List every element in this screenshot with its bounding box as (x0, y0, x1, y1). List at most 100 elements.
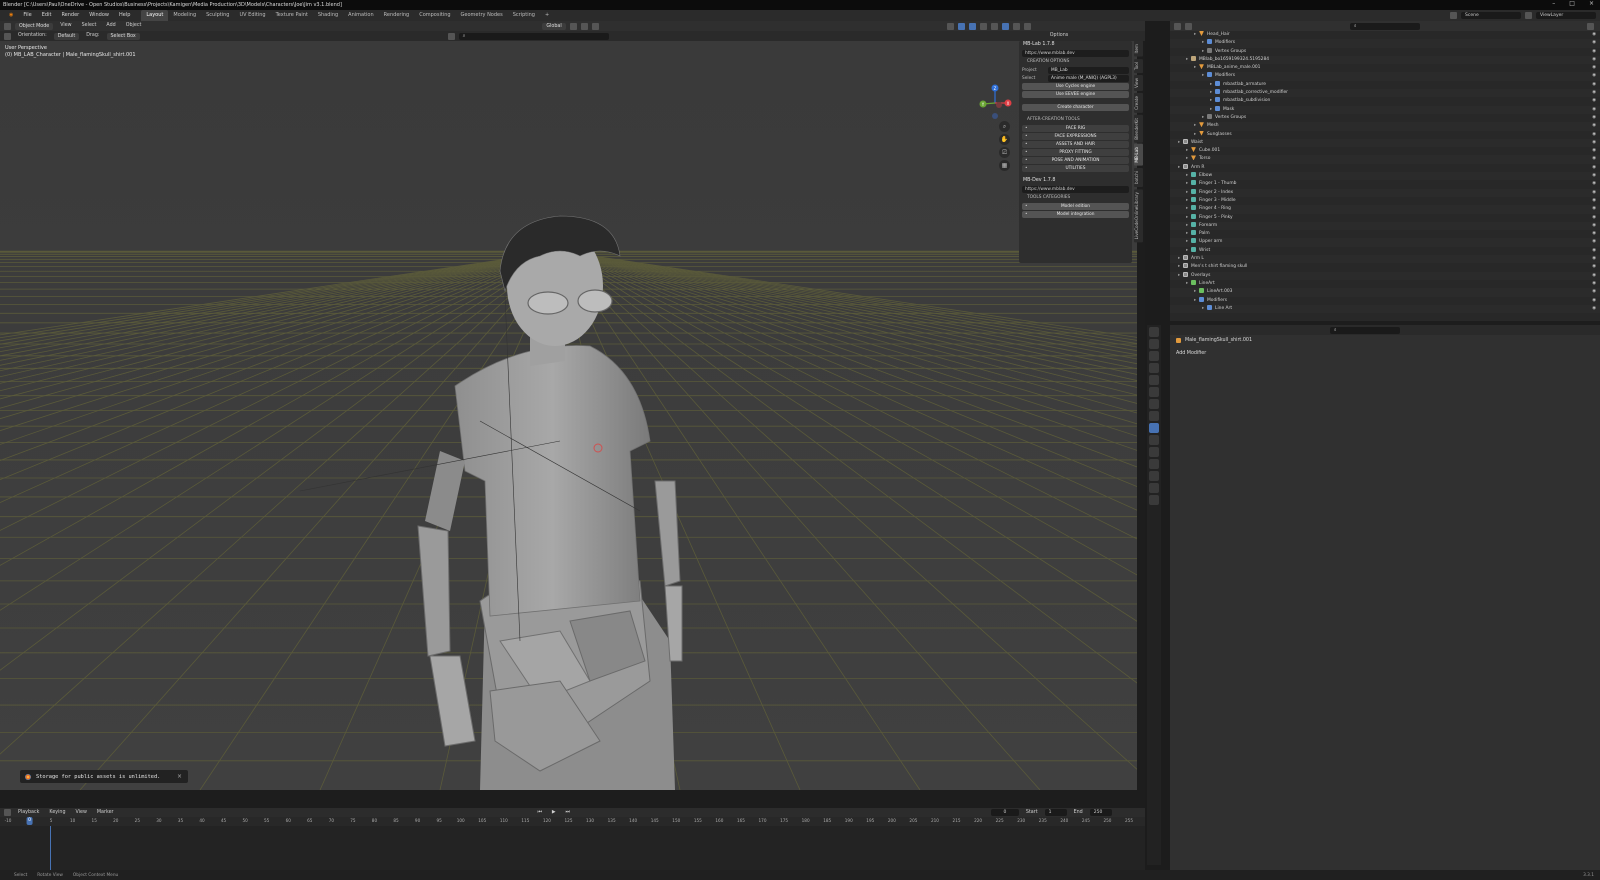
menu-file[interactable]: File (18, 10, 36, 21)
tab-mblab[interactable]: MB-Lab (1134, 144, 1143, 166)
add-menu[interactable]: Add (103, 21, 118, 31)
visibility-eye-icon[interactable]: ◉ (1592, 247, 1596, 255)
outliner-filter-icon[interactable] (1587, 22, 1594, 30)
navigation-gizmo[interactable]: Z X Y (975, 83, 1015, 123)
tool-tab-icon[interactable] (1149, 327, 1159, 337)
mbdev-url[interactable]: https://www.mblab.dev (1022, 186, 1129, 193)
visibility-eye-icon[interactable]: ◉ (1592, 39, 1596, 47)
pivot-icon[interactable] (569, 22, 577, 30)
character-select-dropdown[interactable]: Anime male (M_ANIQ) (AGPL3) (1048, 75, 1129, 82)
outliner-row[interactable]: ▸ Mesh ◉ (1170, 122, 1600, 131)
outliner-row[interactable]: ▸ MBLab_anime_male.001 ◉ (1170, 64, 1600, 72)
shading-solid-icon[interactable] (1001, 22, 1009, 30)
start-frame-field[interactable]: 1 (1044, 809, 1067, 816)
after-creation-header[interactable]: AFTER-CREATION TOOLS (1019, 116, 1132, 124)
marker-menu[interactable]: Marker (94, 808, 117, 817)
tools-categories-header[interactable]: TOOLS CATEGORIES (1019, 194, 1132, 202)
tab-blenderkit[interactable]: BlenderKit (1134, 114, 1143, 143)
visibility-eye-icon[interactable]: ◉ (1592, 106, 1596, 114)
outliner-row[interactable]: ▸ Finger 5 - Pinky ◉ (1170, 213, 1600, 222)
output-tab-icon[interactable] (1149, 351, 1159, 361)
outliner-row[interactable]: ▸ Line Art ◉ (1170, 304, 1600, 314)
outliner-row[interactable]: ▸ Upper arm ◉ (1170, 238, 1600, 247)
outliner-row[interactable]: ▸ Mask ◉ (1170, 105, 1600, 114)
play-icon[interactable]: ▶ (549, 808, 559, 817)
expand-chevron-icon[interactable]: ▸ (1186, 155, 1191, 163)
visibility-eye-icon[interactable]: ◉ (1592, 164, 1596, 172)
view-layer-tab-icon[interactable] (1149, 363, 1159, 373)
menu-window[interactable]: Window (84, 10, 114, 21)
visibility-eye-icon[interactable]: ◉ (1592, 64, 1596, 72)
select-menu[interactable]: Select (79, 21, 100, 31)
render-tab-icon[interactable] (1149, 339, 1159, 349)
outliner-row[interactable]: ▸ Wrist ◉ (1170, 246, 1600, 255)
tab-uv-editing[interactable]: UV Editing (234, 10, 270, 21)
timeline-tracks[interactable] (0, 826, 1145, 870)
outliner-row[interactable]: ▸ mbastlab_corrective_modifier ◉ (1170, 89, 1600, 98)
tab-livecode[interactable]: LiveCodeOnlineLibrary (1134, 188, 1143, 243)
outliner-row[interactable]: ▸ Arm L ◉ (1170, 255, 1600, 264)
scene-tab-icon[interactable] (1149, 375, 1159, 385)
mblab-url[interactable]: https://www.mblab.dev (1022, 50, 1129, 57)
tab-rendering[interactable]: Rendering (379, 10, 415, 21)
current-frame-field[interactable]: 0 (990, 809, 1019, 816)
use-cycles-button[interactable]: Use Cycles engine (1022, 83, 1129, 90)
shading-material-icon[interactable] (1012, 22, 1020, 30)
tab-modeling[interactable]: Modeling (168, 10, 201, 21)
use-eevee-button[interactable]: Use EEVEE engine (1022, 91, 1129, 98)
utilities-button[interactable]: • UTILITIES (1022, 165, 1129, 172)
outliner-row[interactable]: ▸ Finger 1 - Thumb ◉ (1170, 180, 1600, 188)
outliner-row[interactable]: ▸ MBlab_bo1659199324.5195284 ◉ (1170, 55, 1600, 65)
tab-animation[interactable]: Animation (343, 10, 379, 21)
tab-create[interactable]: Create (1134, 92, 1143, 113)
visibility-eye-icon[interactable]: ◉ (1592, 139, 1596, 147)
constraints-tab-icon[interactable] (1149, 459, 1159, 469)
visibility-eye-icon[interactable]: ◉ (1592, 238, 1596, 246)
data-tab-icon[interactable] (1149, 471, 1159, 481)
viewport-search-input[interactable]: ⌕ (458, 32, 609, 40)
pan-hand-icon[interactable]: ✋ (999, 134, 1010, 145)
outliner-row[interactable]: ▸ Cube.001 ◉ (1170, 147, 1600, 155)
gizmo-toggle-icon[interactable] (957, 22, 965, 30)
outliner-search-input[interactable]: ⌕ (1350, 22, 1420, 30)
scene-field[interactable]: Scene (1461, 12, 1521, 19)
properties-search-input[interactable]: ⌕ (1330, 326, 1400, 334)
timeline-ruler[interactable]: -10 0 5 10 15 20 25 30 35 40 45 50 55 60 65 70 75 80 85 90 9… (0, 817, 1145, 826)
create-character-button[interactable]: Create character (1022, 104, 1129, 111)
outliner-row[interactable]: ▸ LineArt.003 ◉ (1170, 288, 1600, 297)
transform-orientation-dropdown[interactable]: Global (542, 22, 566, 30)
jump-start-icon[interactable]: ⏮ (535, 808, 545, 817)
visibility-eye-icon[interactable]: ◉ (1592, 288, 1596, 296)
visibility-eye-icon[interactable]: ◉ (1592, 297, 1596, 305)
tab-layout[interactable]: Layout (141, 10, 169, 21)
jump-end-icon[interactable]: ⏭ (563, 808, 573, 817)
visibility-eye-icon[interactable]: ◉ (1592, 56, 1596, 64)
editor-type-icon[interactable] (4, 22, 11, 30)
expand-chevron-icon[interactable]: ▸ (1186, 147, 1191, 155)
visibility-eye-icon[interactable]: ◉ (1592, 305, 1596, 313)
view-menu[interactable]: View (57, 21, 74, 31)
creation-options-header[interactable]: CREATION OPTIONS (1019, 58, 1132, 66)
end-frame-field[interactable]: 250 (1089, 809, 1112, 816)
visibility-eye-icon[interactable]: ◉ (1592, 147, 1596, 155)
outliner-row[interactable]: ▸ Torso ◉ (1170, 155, 1600, 164)
visibility-eye-icon[interactable]: ◉ (1592, 197, 1596, 205)
visibility-eye-icon[interactable]: ◉ (1592, 31, 1596, 39)
visibility-icon[interactable] (946, 22, 954, 30)
tab-view[interactable]: View (1134, 74, 1143, 91)
shading-rendered-icon[interactable] (1023, 22, 1031, 30)
visibility-eye-icon[interactable]: ◉ (1592, 172, 1596, 180)
outliner-row[interactable]: ▸ Sunglasses ◉ (1170, 130, 1600, 139)
options-dropdown[interactable]: Options (1047, 31, 1072, 41)
overlay-toggle-icon[interactable] (968, 22, 976, 30)
proportional-edit-icon[interactable] (591, 22, 599, 30)
texture-tab-icon[interactable] (1149, 495, 1159, 505)
outliner-editor-icon[interactable] (1174, 22, 1181, 30)
visibility-eye-icon[interactable]: ◉ (1592, 222, 1596, 230)
expand-chevron-icon[interactable]: ▸ (1194, 122, 1199, 130)
outliner-row[interactable]: ▸ Men's t shirt flaming skull ◉ (1170, 263, 1600, 271)
camera-icon[interactable]: ⎚ (999, 147, 1010, 158)
add-modifier-dropdown[interactable]: Add Modifier (1170, 349, 1600, 358)
transform-tool-icon[interactable] (4, 32, 11, 40)
view-layer-field[interactable]: ViewLayer (1536, 12, 1596, 19)
